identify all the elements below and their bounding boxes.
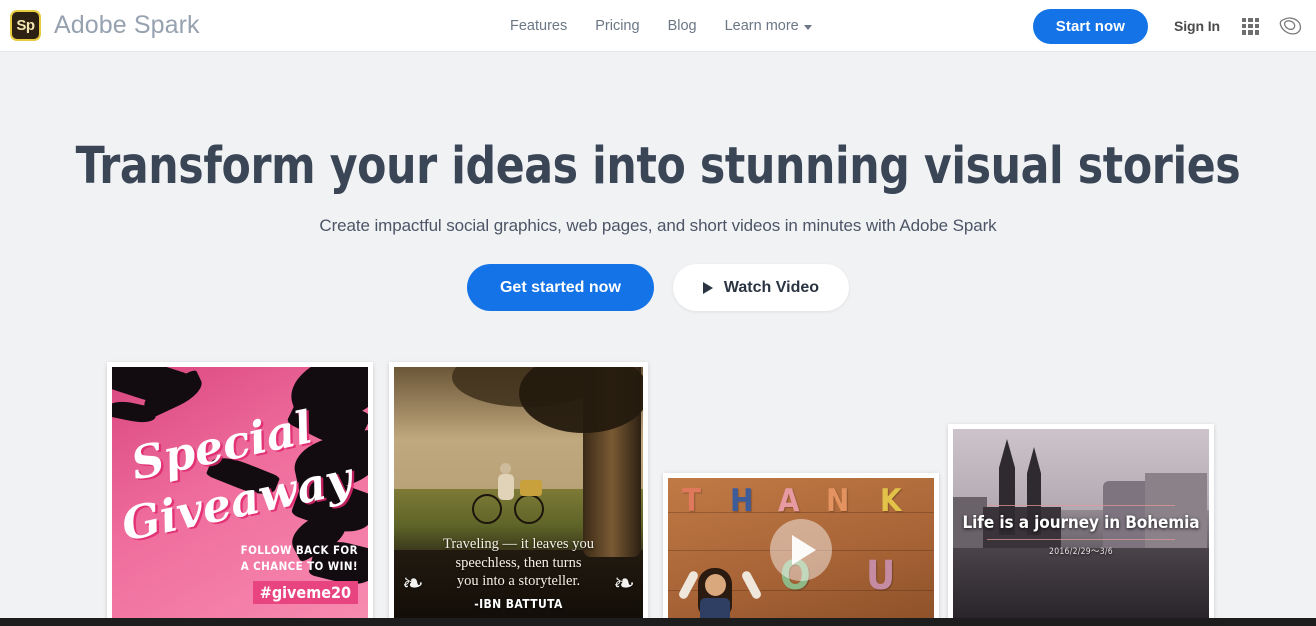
start-now-button[interactable]: Start now	[1032, 8, 1149, 44]
header-actions: Start now Sign In	[1032, 0, 1308, 52]
square-ground	[953, 548, 1209, 621]
nav-item-blog[interactable]: Blog	[668, 18, 697, 34]
hero-section: Transform your ideas into stunning visua…	[0, 52, 1316, 311]
giveaway-hashtag: #giveme20	[252, 581, 358, 604]
watch-video-label: Watch Video	[723, 278, 820, 296]
watch-video-button[interactable]: Watch Video	[672, 264, 850, 311]
thank-you-artwork: T H A N K O U	[668, 478, 934, 621]
gallery-card-special-giveaway[interactable]: Special Giveaway FOLLOW BACK FOR A CHANC…	[107, 362, 373, 626]
gallery-card-bohemia-page[interactable]: Life is a journey in Bohemia 2016/2/29〜3…	[948, 424, 1214, 626]
bohemia-artwork: Life is a journey in Bohemia 2016/2/29〜3…	[953, 429, 1209, 621]
bottom-taskbar-strip	[0, 618, 1316, 626]
nav-item-features[interactable]: Features	[510, 18, 567, 34]
app-grid-icon[interactable]	[1242, 17, 1259, 35]
nav-label-features: Features	[510, 18, 568, 34]
letter-A: A	[778, 483, 800, 519]
travel-quote-text: Traveling — it leaves you speechless, th…	[394, 535, 643, 591]
nav-label-pricing: Pricing	[595, 18, 640, 34]
get-started-button[interactable]: Get started now	[466, 264, 654, 311]
cyclist-figure	[472, 463, 544, 524]
chevron-down-icon	[803, 24, 812, 30]
letter-H: H	[730, 483, 754, 519]
letter-K: K	[880, 483, 902, 519]
nav-item-pricing[interactable]: Pricing	[595, 18, 639, 34]
letter-T: T	[682, 483, 702, 519]
quote-line-2: speechless, then turns	[455, 554, 582, 571]
title-rule	[987, 505, 1175, 506]
play-button-overlay-icon[interactable]	[770, 518, 832, 581]
bohemia-date: 2016/2/29〜3/6	[1049, 547, 1113, 557]
page-title: Transform your ideas into stunning visua…	[75, 137, 1241, 196]
hero-cta-row: Get started now Watch Video	[0, 264, 1316, 311]
brand-name: Adobe Spark	[54, 11, 200, 39]
gallery-card-thank-you-video[interactable]: T H A N K O U	[663, 473, 939, 626]
nav-item-learn-more[interactable]: Learn more	[725, 18, 812, 34]
main-navigation: Features Pricing Blog Learn more	[510, 0, 812, 52]
play-triangle-icon	[702, 281, 713, 294]
creative-cloud-icon[interactable]	[1277, 16, 1302, 36]
nav-label-blog: Blog	[667, 18, 697, 34]
gallery-card-travel-quote[interactable]: ❧ ❧ Traveling — it leaves you speechless…	[389, 362, 648, 626]
bohemia-title: Life is a journey in Bohemia	[962, 513, 1200, 533]
child-figure	[677, 550, 763, 621]
quote-line-1: Traveling — it leaves you	[443, 536, 594, 553]
quote-author: -IBN BATTUTA	[474, 597, 563, 611]
giveaway-subtext-line1: FOLLOW BACK FOR	[240, 543, 358, 557]
letter-U: U	[866, 553, 896, 599]
letter-N: N	[826, 483, 850, 519]
sign-in-link[interactable]: Sign In	[1174, 18, 1220, 34]
hero-subtitle: Create impactful social graphics, web pa…	[319, 216, 997, 235]
travel-artwork: ❧ ❧ Traveling — it leaves you speechless…	[394, 367, 643, 621]
adobe-spark-logo-icon: Sp	[10, 10, 41, 41]
brand-logo[interactable]: Sp Adobe Spark	[10, 10, 200, 41]
giveaway-subtext-line2: A CHANCE TO WIN!	[240, 559, 358, 573]
site-header: Sp Adobe Spark Features Pricing Blog Lea…	[0, 0, 1316, 52]
giveaway-artwork: Special Giveaway FOLLOW BACK FOR A CHANC…	[112, 367, 368, 621]
quote-line-3: you into a storyteller.	[456, 573, 581, 590]
title-rule	[987, 539, 1175, 540]
nav-label-learn-more: Learn more	[724, 18, 799, 34]
